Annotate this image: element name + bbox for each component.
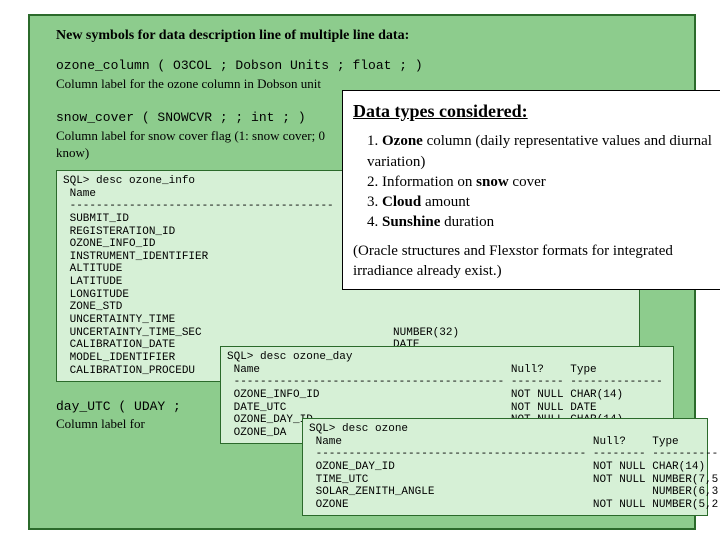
dayutc-text: Column label for: [56, 416, 145, 431]
overlay-footnote: (Oracle structures and Flexstor formats …: [353, 241, 713, 282]
overlay-item-4: 4. Sunshine duration: [367, 212, 713, 232]
overlay-list: 1. Ozone column (daily representative va…: [367, 131, 713, 232]
overlay-item-1: 1. Ozone column (daily representative va…: [367, 131, 713, 172]
overlay-item-2: 2. Information on snow cover: [367, 172, 713, 192]
snow-text: Column label for snow cover flag (1: sno…: [56, 128, 325, 143]
ozone-column-desc: ozone_column ( O3COL ; Dobson Units ; fl…: [56, 56, 423, 92]
day-utc-desc: day_UTC ( UDAY ; Column label for: [56, 398, 181, 433]
sql-ozone: SQL> desc ozone Name Null? Type --------…: [302, 418, 708, 516]
snow-code: snow_cover ( SNOWCVR ; ; int ; ): [56, 110, 306, 125]
snow-text2: know): [56, 145, 89, 160]
ozone-text: Column label for the ozone column in Dob…: [56, 76, 321, 91]
overlay-item-3: 3. Cloud amount: [367, 192, 713, 212]
snow-cover-desc: snow_cover ( SNOWCVR ; ; int ; ) Column …: [56, 108, 325, 162]
dayutc-code: day_UTC ( UDAY ;: [56, 399, 181, 414]
header-title: New symbols for data description line of…: [56, 28, 409, 44]
overlay-title: Data types considered:: [353, 99, 713, 123]
ozone-code: ozone_column ( O3COL ; Dobson Units ; fl…: [56, 58, 423, 73]
data-types-overlay: Data types considered: 1. Ozone column (…: [342, 90, 720, 290]
